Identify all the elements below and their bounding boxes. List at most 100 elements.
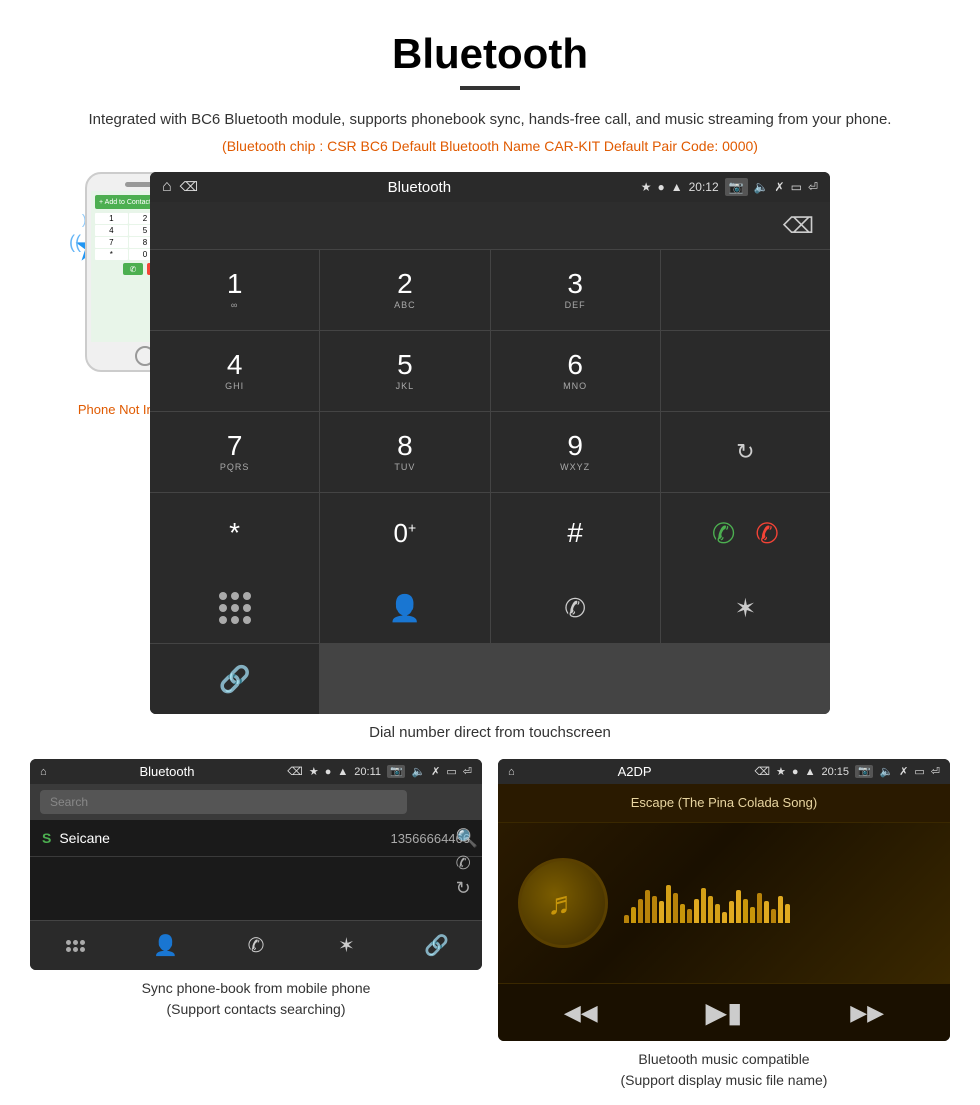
dial-app-name: Bluetooth xyxy=(206,179,633,196)
pb-vol-icon[interactable]: 🔈 xyxy=(411,765,425,778)
dial-key-calls[interactable]: ✆ ✆ xyxy=(661,493,830,573)
dial-keypad: 1∞ 2ABC 3DEF 4GHI 5JKL 6MNO 7PQRS xyxy=(150,250,830,573)
ms-vol-icon[interactable]: 🔈 xyxy=(879,765,893,778)
song-title: Escape (The Pina Colada Song) xyxy=(631,795,817,810)
pb-loc-icon: ● xyxy=(325,766,332,778)
dial-display: ⌫ xyxy=(150,202,830,250)
camera-icon[interactable]: 📷 xyxy=(725,178,748,196)
music-status-bar: ⌂ A2DP ⌫ ★ ● ▲ 20:15 📷 🔈 ✗ ▭ ⏎ xyxy=(498,759,950,784)
contact-letter: S xyxy=(42,830,51,846)
dial-status-bar: ⌂ ⌫ Bluetooth ★ ● ▲ 20:12 📷 🔈 ✗ ▭ ⏎ xyxy=(150,172,830,202)
music-item: ⌂ A2DP ⌫ ★ ● ▲ 20:15 📷 🔈 ✗ ▭ ⏎ Escape (T… xyxy=(498,759,950,1091)
ms-back-icon[interactable]: ⏎ xyxy=(931,765,940,778)
dial-key-star[interactable]: * xyxy=(150,493,319,573)
dial-screen-caption: Dial number direct from touchscreen xyxy=(0,724,980,741)
music-controls: ◀◀ ▶▮ ▶▶ xyxy=(498,983,950,1041)
subtitle-text: Integrated with BC6 Bluetooth module, su… xyxy=(0,108,980,132)
end-call-icon[interactable]: ✆ xyxy=(755,517,778,550)
pb-usb-icon: ⌫ xyxy=(287,765,303,778)
bluetooth-action-button[interactable]: ✶ xyxy=(661,573,830,643)
ms-win-icon[interactable]: ▭ xyxy=(914,765,924,778)
dial-key-0[interactable]: 0+ xyxy=(320,493,489,573)
pb-dialpad-button[interactable] xyxy=(30,921,120,970)
search-sidebar-icon[interactable]: 🔍 xyxy=(456,828,478,849)
dial-key-6[interactable]: 6MNO xyxy=(491,331,660,411)
phonebook-bottom-bar: 👤 ✆ ✶ 🔗 xyxy=(30,920,482,970)
pb-close-icon[interactable]: ✗ xyxy=(431,765,440,778)
pb-link-button[interactable]: 🔗 xyxy=(392,921,482,970)
dial-key-5[interactable]: 5JKL xyxy=(320,331,489,411)
dial-action-row: 👤 ✆ ✶ 🔗 xyxy=(150,573,830,714)
song-title-area: Escape (The Pina Colada Song) xyxy=(498,784,950,823)
pb-back-icon[interactable]: ⏎ xyxy=(463,765,472,778)
bottom-screenshots-area: ⌂ Bluetooth ⌫ ★ ● ▲ 20:11 📷 🔈 ✗ ▭ ⏎ Sear… xyxy=(0,759,980,1091)
back-icon[interactable]: ⏎ xyxy=(808,180,818,194)
bluetooth-status-icon: ★ xyxy=(641,180,652,194)
signal-icon: ▲ xyxy=(671,180,683,194)
phone-action-button[interactable]: ✆ xyxy=(491,573,660,643)
pb-time: 20:11 xyxy=(354,766,381,778)
pb-win-icon[interactable]: ▭ xyxy=(446,765,456,778)
phonebook-item: ⌂ Bluetooth ⌫ ★ ● ▲ 20:11 📷 🔈 ✗ ▭ ⏎ Sear… xyxy=(30,759,482,1091)
dial-key-9[interactable]: 9WXYZ xyxy=(491,412,660,492)
pb-bt-icon: ★ xyxy=(309,765,319,778)
dial-key-hash[interactable]: # xyxy=(491,493,660,573)
title-underline xyxy=(460,86,520,90)
contacts-action-button[interactable]: 👤 xyxy=(320,573,489,643)
ms-home-icon[interactable]: ⌂ xyxy=(508,766,515,778)
volume-icon[interactable]: 🔈 xyxy=(754,180,769,194)
play-pause-button[interactable]: ▶▮ xyxy=(706,996,743,1029)
close-icon[interactable]: ✗ xyxy=(775,180,785,194)
contact-name: Seicane xyxy=(59,830,390,846)
dial-key-8[interactable]: 8TUV xyxy=(320,412,489,492)
pb-home-icon[interactable]: ⌂ xyxy=(40,766,47,778)
pb-cam-icon[interactable]: 📷 xyxy=(387,765,405,778)
music-screen: ⌂ A2DP ⌫ ★ ● ▲ 20:15 📷 🔈 ✗ ▭ ⏎ Escape (T… xyxy=(498,759,950,1041)
phone-sidebar-icon[interactable]: ✆ xyxy=(456,853,478,874)
phonebook-status-bar: ⌂ Bluetooth ⌫ ★ ● ▲ 20:11 📷 🔈 ✗ ▭ ⏎ xyxy=(30,759,482,784)
dialpad-action-button[interactable] xyxy=(150,573,319,643)
music-caption: Bluetooth music compatible(Support displ… xyxy=(498,1049,950,1091)
contact-list: S Seicane 13566664466 🔍 ✆ ↻ xyxy=(30,820,482,920)
ms-time: 20:15 xyxy=(821,766,849,778)
contact-row[interactable]: S Seicane 13566664466 xyxy=(30,820,482,857)
phonebook-caption: Sync phone-book from mobile phone(Suppor… xyxy=(30,978,482,1020)
phonebook-screen: ⌂ Bluetooth ⌫ ★ ● ▲ 20:11 📷 🔈 ✗ ▭ ⏎ Sear… xyxy=(30,759,482,970)
phonebook-sidebar: 🔍 ✆ ↻ xyxy=(452,820,482,907)
pb-phone-button[interactable]: ✆ xyxy=(211,921,301,970)
ms-app-name: A2DP xyxy=(521,764,749,779)
location-icon: ● xyxy=(657,180,664,194)
dial-key-7[interactable]: 7PQRS xyxy=(150,412,319,492)
usb-icon: ⌫ xyxy=(180,179,198,195)
refresh-sidebar-icon[interactable]: ↻ xyxy=(456,878,478,899)
music-main-area: ♬ xyxy=(498,823,950,983)
window-icon[interactable]: ▭ xyxy=(791,180,802,194)
pb-bluetooth-button[interactable]: ✶ xyxy=(301,921,391,970)
dial-key-2[interactable]: 2ABC xyxy=(320,250,489,330)
next-track-button[interactable]: ▶▶ xyxy=(850,1000,884,1026)
pb-app-name: Bluetooth xyxy=(53,764,282,779)
ms-usb-icon: ⌫ xyxy=(754,765,770,778)
dial-key-4[interactable]: 4GHI xyxy=(150,331,319,411)
ms-loc-icon: ● xyxy=(792,766,799,778)
ms-sig-icon: ▲ xyxy=(805,766,816,778)
phonebook-search-area: Search xyxy=(30,784,482,820)
link-action-button[interactable]: 🔗 xyxy=(150,644,319,714)
ms-cam-icon[interactable]: 📷 xyxy=(855,765,873,778)
ms-close-icon[interactable]: ✗ xyxy=(899,765,908,778)
dial-key-refresh[interactable]: ↻ xyxy=(661,412,830,492)
search-input[interactable]: Search xyxy=(40,790,407,814)
pb-sig-icon: ▲ xyxy=(337,766,348,778)
dial-key-empty-1 xyxy=(661,250,830,330)
home-icon[interactable]: ⌂ xyxy=(162,178,172,196)
answer-call-icon[interactable]: ✆ xyxy=(712,517,735,550)
pb-contacts-button[interactable]: 👤 xyxy=(120,921,210,970)
prev-track-button[interactable]: ◀◀ xyxy=(564,1000,598,1026)
music-note-icon: ♬ xyxy=(547,885,579,922)
dial-key-1[interactable]: 1∞ xyxy=(150,250,319,330)
backspace-button[interactable]: ⌫ xyxy=(783,213,814,239)
main-content-area: )))) ★ 📶 + Add to Contacts 1 2 3 xyxy=(0,172,980,714)
dial-key-empty-2 xyxy=(661,331,830,411)
dial-key-3[interactable]: 3DEF xyxy=(491,250,660,330)
wifi-waves-icon: (( xyxy=(69,232,81,254)
